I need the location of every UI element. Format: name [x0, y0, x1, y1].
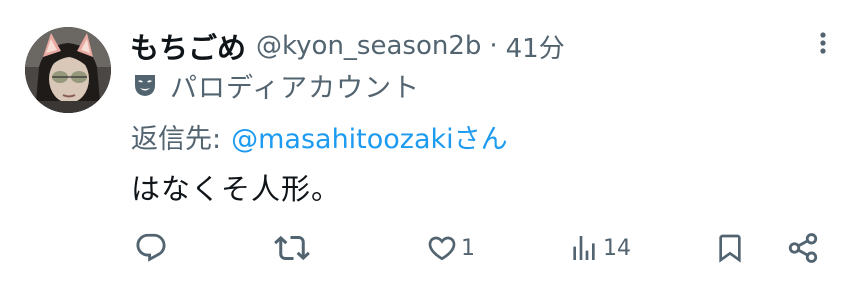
more-icon: [820, 32, 826, 54]
more-button[interactable]: [808, 28, 838, 58]
share-icon: [788, 233, 818, 263]
like-button[interactable]: 1: [426, 228, 475, 268]
repost-button[interactable]: [274, 228, 313, 268]
repost-icon: [274, 235, 310, 261]
display-name[interactable]: もちごめ: [130, 25, 246, 67]
views-count: 14: [603, 235, 631, 261]
reply-button[interactable]: [134, 228, 171, 268]
parody-mask-icon: [135, 75, 155, 96]
separator-dot: ·: [489, 31, 498, 61]
reply-icon: [136, 233, 166, 262]
views-icon: [573, 236, 595, 260]
like-count: 1: [461, 235, 475, 261]
account-label[interactable]: パロディアカウント: [132, 68, 421, 104]
post-header: もちごめ @kyon_season2b · 41分: [130, 26, 565, 66]
account-label-text: パロディアカウント: [170, 72, 421, 104]
reply-target-link[interactable]: @masahitoozakiさん: [231, 117, 508, 156]
post-time[interactable]: 41分: [506, 28, 565, 65]
like-icon: [428, 236, 456, 261]
action-bar: 1 14: [0, 228, 864, 268]
share-button[interactable]: [786, 228, 820, 268]
post-text: はなくそ人形。: [131, 172, 342, 206]
reply-prefix: 返信先:: [131, 123, 222, 155]
user-handle[interactable]: @kyon_season2b: [256, 31, 481, 61]
bookmark-icon: [719, 234, 741, 263]
views-button[interactable]: 14: [568, 228, 631, 268]
bookmark-button[interactable]: [714, 228, 746, 268]
avatar-image: [25, 27, 111, 113]
avatar[interactable]: [25, 27, 111, 113]
reply-context: 返信先: @masahitoozakiさん: [131, 117, 508, 156]
